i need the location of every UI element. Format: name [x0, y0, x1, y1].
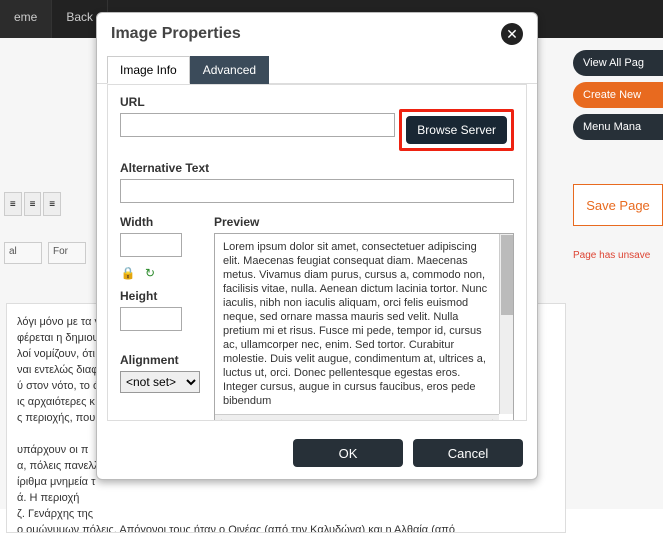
preview-text: Lorem ipsum dolor sit amet, consectetuer… [223, 240, 505, 421]
alignment-label: Alignment [120, 353, 200, 367]
refresh-icon[interactable]: ↻ [142, 265, 158, 281]
dimensions-col: Width 🔒 ↻ Height Alignment <not set> [120, 215, 200, 421]
browse-highlight: Browse Server [399, 109, 514, 151]
align-left-icon[interactable]: ≡ [4, 192, 22, 216]
ok-button[interactable]: OK [293, 439, 403, 467]
url-input[interactable] [120, 113, 395, 137]
browse-server-button[interactable]: Browse Server [406, 116, 507, 144]
tab-advanced[interactable]: Advanced [190, 56, 269, 84]
close-icon[interactable]: ✕ [501, 23, 523, 45]
height-input[interactable] [120, 307, 182, 331]
scrollbar-vertical[interactable] [499, 234, 513, 414]
save-page-button[interactable]: Save Page [573, 184, 663, 226]
font-dropdown[interactable]: For [48, 242, 86, 264]
alt-label: Alternative Text [120, 161, 514, 175]
right-sidebar: View All Pag Create New Menu Mana Save P… [573, 50, 663, 261]
width-input[interactable] [120, 233, 182, 257]
view-all-pages-button[interactable]: View All Pag [573, 50, 663, 76]
cancel-button[interactable]: Cancel [413, 439, 523, 467]
scrollbar-horizontal[interactable]: <> [215, 414, 499, 421]
style-dropdown[interactable]: al [4, 242, 42, 264]
image-info-panel: URL Browse Server Alternative Text Width… [107, 84, 527, 421]
preview-label: Preview [214, 215, 514, 229]
url-label: URL [120, 95, 514, 109]
editor-dropdowns: al For [0, 238, 90, 268]
tab-image-info[interactable]: Image Info [107, 56, 190, 84]
alt-input[interactable] [120, 179, 514, 203]
align-right-icon[interactable]: ≡ [43, 192, 61, 216]
preview-box: Lorem ipsum dolor sit amet, consectetuer… [214, 233, 514, 421]
height-label: Height [120, 289, 200, 303]
alignment-select[interactable]: <not set> [120, 371, 200, 393]
menu-manager-button[interactable]: Menu Mana [573, 114, 663, 140]
width-label: Width [120, 215, 200, 229]
dialog-footer: OK Cancel [97, 431, 537, 479]
lock-icon[interactable]: 🔒 [120, 265, 136, 281]
unsaved-warning: Page has unsave [573, 250, 663, 261]
align-center-icon[interactable]: ≡ [24, 192, 42, 216]
dialog-header: Image Properties ✕ [97, 13, 537, 55]
image-properties-dialog: Image Properties ✕ Image Info Advanced U… [96, 12, 538, 480]
top-tab-1[interactable]: eme [0, 0, 52, 38]
dialog-tabs: Image Info Advanced [97, 55, 537, 84]
align-toolbar: ≡ ≡ ≡ [0, 188, 65, 220]
preview-col: Preview Lorem ipsum dolor sit amet, cons… [214, 215, 514, 421]
dialog-title: Image Properties [111, 25, 241, 43]
create-new-button[interactable]: Create New [573, 82, 663, 108]
